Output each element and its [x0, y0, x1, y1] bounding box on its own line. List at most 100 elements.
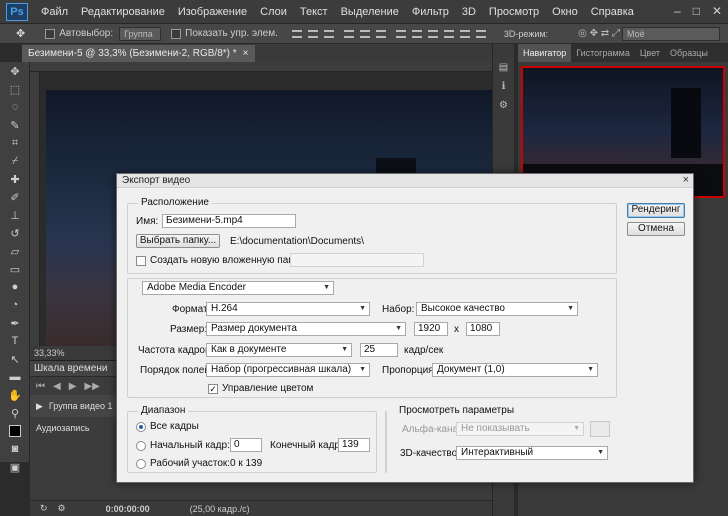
distribute-right-icon[interactable]: [475, 29, 486, 38]
expand-arrow-icon[interactable]: ▶: [36, 401, 43, 412]
pen-tool-icon[interactable]: ✒: [0, 314, 30, 332]
screen-mode-icon[interactable]: ▣: [0, 458, 30, 476]
quick-mask-icon[interactable]: ◙: [0, 440, 30, 458]
healing-tool-icon[interactable]: ✚: [0, 170, 30, 188]
dodge-tool-icon[interactable]: ◔: [0, 296, 30, 314]
menu-file[interactable]: Файл: [41, 6, 68, 18]
autoselect-checkbox[interactable]: [45, 28, 56, 39]
menu-3d[interactable]: 3D: [462, 6, 476, 18]
preset-select[interactable]: Высокое качество ▼: [416, 302, 578, 316]
tab-histogram[interactable]: Гистограмма: [571, 48, 635, 58]
autoselect-select[interactable]: Группа: [119, 26, 162, 41]
first-frame-icon[interactable]: ⏮: [36, 381, 45, 392]
distribute-bottom-icon[interactable]: [427, 29, 438, 38]
history-brush-icon[interactable]: ↺: [0, 224, 30, 242]
alpha-select[interactable]: Не показывать ▼: [456, 422, 584, 436]
align-left-icon[interactable]: [343, 29, 354, 38]
distribute-center-icon[interactable]: [459, 29, 470, 38]
align-top-icon[interactable]: [291, 29, 302, 38]
shape-tool-icon[interactable]: ▬: [0, 368, 30, 386]
type-tool-icon[interactable]: T: [0, 332, 30, 350]
play-icon[interactable]: ▶: [69, 381, 77, 392]
menu-filter[interactable]: Фильтр: [412, 6, 449, 18]
align-middle-icon[interactable]: [307, 29, 318, 38]
minimize-button[interactable]: ‒: [674, 4, 681, 18]
brush-tool-icon[interactable]: ✐: [0, 188, 30, 206]
align-bottom-icon[interactable]: [323, 29, 334, 38]
height-input[interactable]: 1080: [466, 322, 500, 336]
distribute-left-icon[interactable]: [443, 29, 454, 38]
dialog-close-button[interactable]: ×: [683, 174, 689, 186]
alpha-color-swatch[interactable]: [590, 421, 610, 437]
blur-tool-icon[interactable]: ●: [0, 278, 30, 296]
tab-navigator[interactable]: Навигатор: [518, 44, 572, 62]
document-tab[interactable]: Безимени-5 @ 33,3% (Безимени-2, RGB/8*) …: [22, 45, 255, 62]
distribute-top-icon[interactable]: [395, 29, 406, 38]
stamp-tool-icon[interactable]: ⊥: [0, 206, 30, 224]
panel-tabs: Навигатор Гистограмма Цвет Образцы: [518, 44, 728, 62]
close-window-button[interactable]: ✕: [712, 4, 722, 18]
path-select-tool-icon[interactable]: ↖: [0, 350, 30, 368]
3d-quality-select[interactable]: Интерактивный ▼: [456, 446, 608, 460]
aspect-select[interactable]: Документ (1,0) ▼: [432, 363, 598, 377]
end-frame-input[interactable]: 139: [338, 438, 370, 452]
info-panel-icon[interactable]: ℹ: [493, 81, 514, 92]
onion-skin-icon[interactable]: ⚙: [58, 503, 66, 514]
menu-view[interactable]: Просмотр: [489, 6, 539, 18]
hand-tool-icon[interactable]: ✋: [0, 386, 30, 404]
name-input[interactable]: Безимени-5.mp4: [162, 214, 296, 228]
move-tool-icon[interactable]: ✥: [16, 27, 25, 40]
encoder-select[interactable]: Adobe Media Encoder ▼: [142, 281, 334, 295]
menu-text[interactable]: Текст: [300, 6, 328, 18]
menu-help[interactable]: Справка: [591, 6, 634, 18]
width-input[interactable]: 1920: [414, 322, 448, 336]
3d-tools-icon[interactable]: ◎ ✥ ⇄ ⤢: [578, 28, 620, 39]
choose-folder-button[interactable]: Выбрать папку...: [136, 234, 220, 248]
options-bar: ✥ Автовыбор: Группа Показать упр. элем. …: [0, 24, 728, 44]
maximize-button[interactable]: □: [693, 4, 700, 18]
create-subfolder-checkbox[interactable]: [136, 256, 146, 266]
render-button[interactable]: Рендеринг: [627, 203, 685, 218]
align-right-icon[interactable]: [375, 29, 386, 38]
close-tab-icon[interactable]: ×: [243, 48, 249, 59]
crop-tool-icon[interactable]: ⌗: [0, 134, 30, 152]
next-frame-icon[interactable]: ▶▶: [84, 381, 99, 392]
menu-layers[interactable]: Слои: [260, 6, 287, 18]
framerate-select[interactable]: Как в документе ▼: [206, 343, 352, 357]
zoom-level[interactable]: 33,33%: [34, 348, 65, 358]
properties-panel-icon[interactable]: ⚙: [493, 100, 514, 111]
distribute-middle-icon[interactable]: [411, 29, 422, 38]
quick-select-tool-icon[interactable]: ✎: [0, 116, 30, 134]
eraser-tool-icon[interactable]: ▱: [0, 242, 30, 260]
prev-frame-icon[interactable]: ◀: [53, 381, 61, 392]
start-frame-radio[interactable]: [136, 441, 146, 451]
tab-swatches[interactable]: Образцы: [665, 48, 713, 58]
menu-image[interactable]: Изображение: [178, 6, 247, 18]
zoom-tool-icon[interactable]: ⚲: [0, 404, 30, 422]
history-panel-icon[interactable]: ▤: [493, 62, 514, 73]
fps-input[interactable]: 25: [360, 343, 398, 357]
color-swatches-icon[interactable]: [0, 422, 30, 440]
move-tool-icon[interactable]: ✥: [0, 62, 30, 80]
menu-window[interactable]: Окно: [552, 6, 578, 18]
render-video-icon[interactable]: ↻: [40, 503, 48, 514]
format-select[interactable]: H.264 ▼: [206, 302, 370, 316]
eyedropper-tool-icon[interactable]: ⌿: [0, 152, 30, 170]
menu-select[interactable]: Выделение: [341, 6, 399, 18]
lasso-tool-icon[interactable]: ◌: [0, 98, 30, 116]
workspace-select[interactable]: Моё: [622, 27, 720, 41]
show-controls-checkbox[interactable]: [171, 28, 182, 39]
gradient-tool-icon[interactable]: ▭: [0, 260, 30, 278]
size-select[interactable]: Размер документа ▼: [206, 322, 406, 336]
menu-edit[interactable]: Редактирование: [81, 6, 165, 18]
subfolder-input[interactable]: [290, 253, 424, 267]
align-center-icon[interactable]: [359, 29, 370, 38]
tab-color[interactable]: Цвет: [635, 48, 665, 58]
all-frames-radio[interactable]: [136, 422, 146, 432]
field-order-select[interactable]: Набор (прогрессивная шкала) ▼: [206, 363, 370, 377]
marquee-tool-icon[interactable]: ⬚: [0, 80, 30, 98]
color-management-checkbox[interactable]: ✓: [208, 384, 218, 394]
start-frame-input[interactable]: 0: [230, 438, 262, 452]
cancel-button[interactable]: Отмена: [627, 222, 685, 236]
work-area-radio[interactable]: [136, 459, 146, 469]
